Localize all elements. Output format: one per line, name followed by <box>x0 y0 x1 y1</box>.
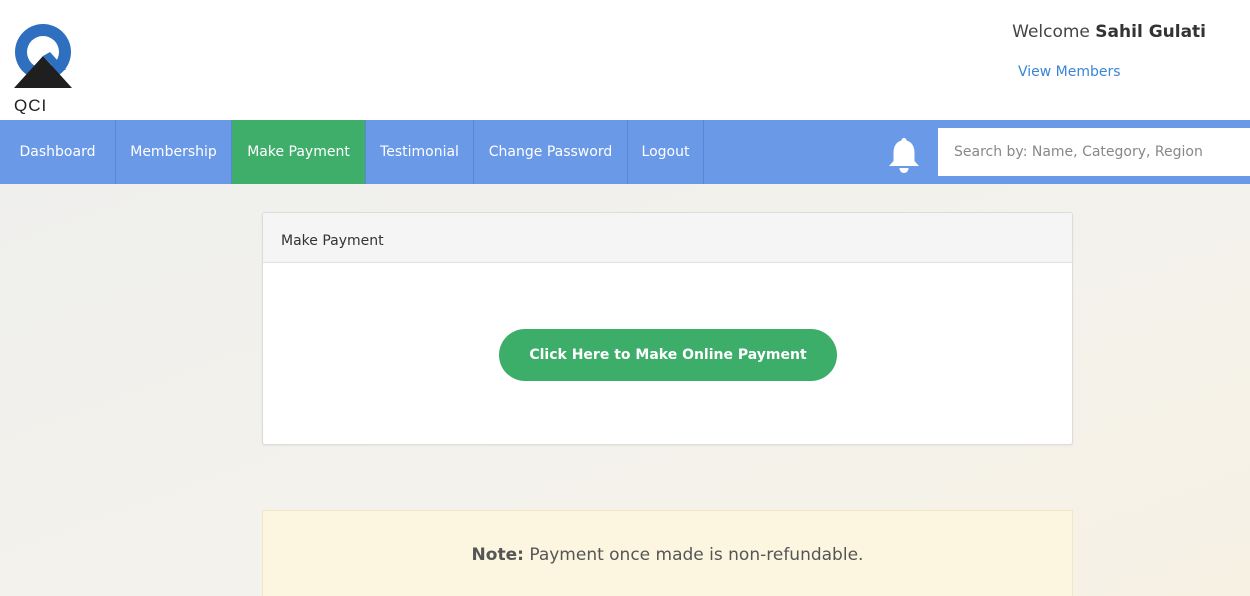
nav-testimonial[interactable]: Testimonial <box>366 120 474 184</box>
note-text: Payment once made is non-refundable. <box>529 545 864 565</box>
nav-logout[interactable]: Logout <box>628 120 704 184</box>
nav-make-payment[interactable]: Make Payment <box>232 120 366 184</box>
payment-panel: Make Payment Click Here to Make Online P… <box>262 212 1073 445</box>
user-name: Sahil Gulati <box>1095 22 1206 42</box>
panel-title: Make Payment <box>263 213 1072 263</box>
nav-dashboard[interactable]: Dashboard <box>0 120 116 184</box>
search-input[interactable] <box>938 128 1250 176</box>
refund-note: Note: Payment once made is non-refundabl… <box>262 510 1073 596</box>
bell-icon[interactable] <box>884 135 924 175</box>
make-online-payment-button[interactable]: Click Here to Make Online Payment <box>499 329 837 381</box>
nav-change-password[interactable]: Change Password <box>474 120 628 184</box>
welcome-message: Welcome Sahil Gulati <box>1012 22 1206 42</box>
view-members-link[interactable]: View Members <box>1018 64 1121 80</box>
logo-text: QCI <box>14 96 48 115</box>
welcome-prefix: Welcome <box>1012 22 1090 42</box>
note-label: Note: <box>471 545 524 565</box>
page-header: QCI Welcome Sahil Gulati View Members <box>0 0 1250 120</box>
nav-membership[interactable]: Membership <box>116 120 232 184</box>
